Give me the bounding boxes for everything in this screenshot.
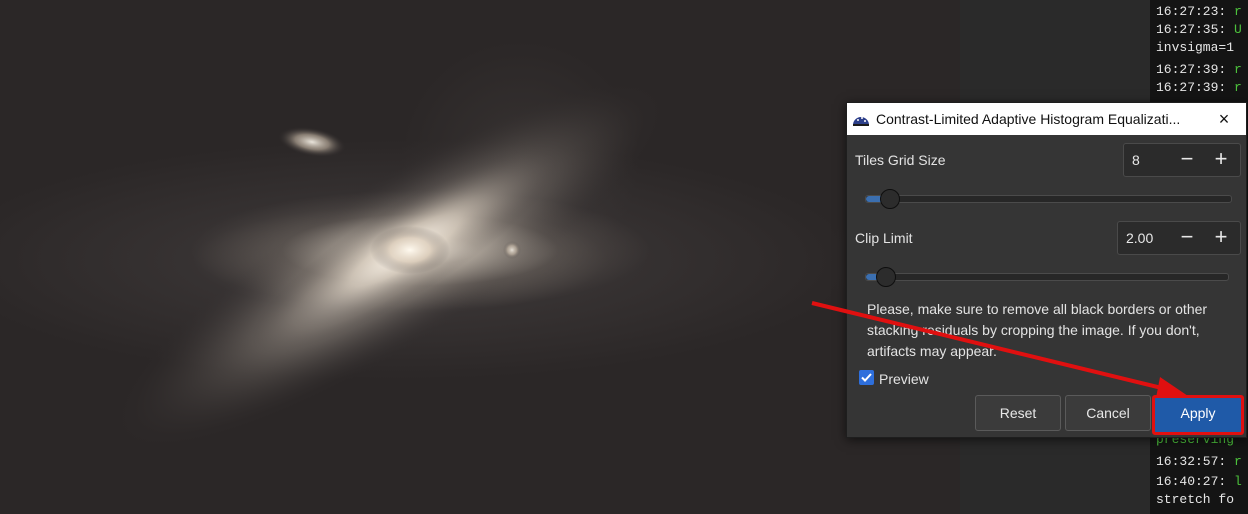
clip-limit-slider[interactable] <box>865 267 1229 287</box>
apply-button[interactable]: Apply <box>1152 395 1244 435</box>
console-line: 16:27:35: U <box>1156 22 1242 37</box>
galaxy-image <box>115 82 665 448</box>
tiles-grid-size-spinbox[interactable]: 8 − + <box>1123 143 1241 177</box>
console-line: stretch fo <box>1156 492 1235 507</box>
clip-limit-decrease-button[interactable]: − <box>1170 222 1204 254</box>
console-line: 16:27:39: r <box>1156 80 1242 95</box>
tiles-grid-size-slider[interactable] <box>865 189 1232 209</box>
image-viewport[interactable] <box>0 0 960 514</box>
console-line: 16:40:27: l <box>1156 474 1242 489</box>
tiles-grid-size-decrease-button[interactable]: − <box>1170 144 1204 176</box>
cropping-warning-text: Please, make sure to remove all black bo… <box>867 301 1208 359</box>
clip-limit-spinbox[interactable]: 2.00 − + <box>1117 221 1241 255</box>
reset-button[interactable]: Reset <box>975 395 1061 431</box>
cancel-button[interactable]: Cancel <box>1065 395 1151 431</box>
preview-label[interactable]: Preview <box>879 371 929 387</box>
dialog-title: Contrast-Limited Adaptive Histogram Equa… <box>876 111 1181 127</box>
tiles-grid-size-value[interactable]: 8 <box>1132 152 1140 168</box>
siril-app-icon <box>853 117 869 126</box>
clahe-dialog: Contrast-Limited Adaptive Histogram Equa… <box>846 102 1247 438</box>
clip-limit-value[interactable]: 2.00 <box>1126 230 1153 246</box>
preview-checkbox[interactable] <box>859 370 874 385</box>
console-line: 16:32:57: r <box>1156 454 1242 469</box>
tiles-grid-size-label: Tiles Grid Size <box>855 152 946 168</box>
clip-limit-slider-handle[interactable] <box>876 267 896 287</box>
clip-limit-increase-button[interactable]: + <box>1204 222 1238 254</box>
console-line: 16:27:23: r <box>1156 4 1242 19</box>
tiles-grid-size-slider-handle[interactable] <box>880 189 900 209</box>
close-icon[interactable]: × <box>1202 103 1246 135</box>
checkmark-icon <box>861 373 872 382</box>
dialog-titlebar[interactable]: Contrast-Limited Adaptive Histogram Equa… <box>847 103 1246 135</box>
console-line: invsigma=1 <box>1156 40 1235 55</box>
console-line: 16:27:39: r <box>1156 62 1242 77</box>
clip-limit-label: Clip Limit <box>855 230 913 246</box>
tiles-grid-size-increase-button[interactable]: + <box>1204 144 1238 176</box>
